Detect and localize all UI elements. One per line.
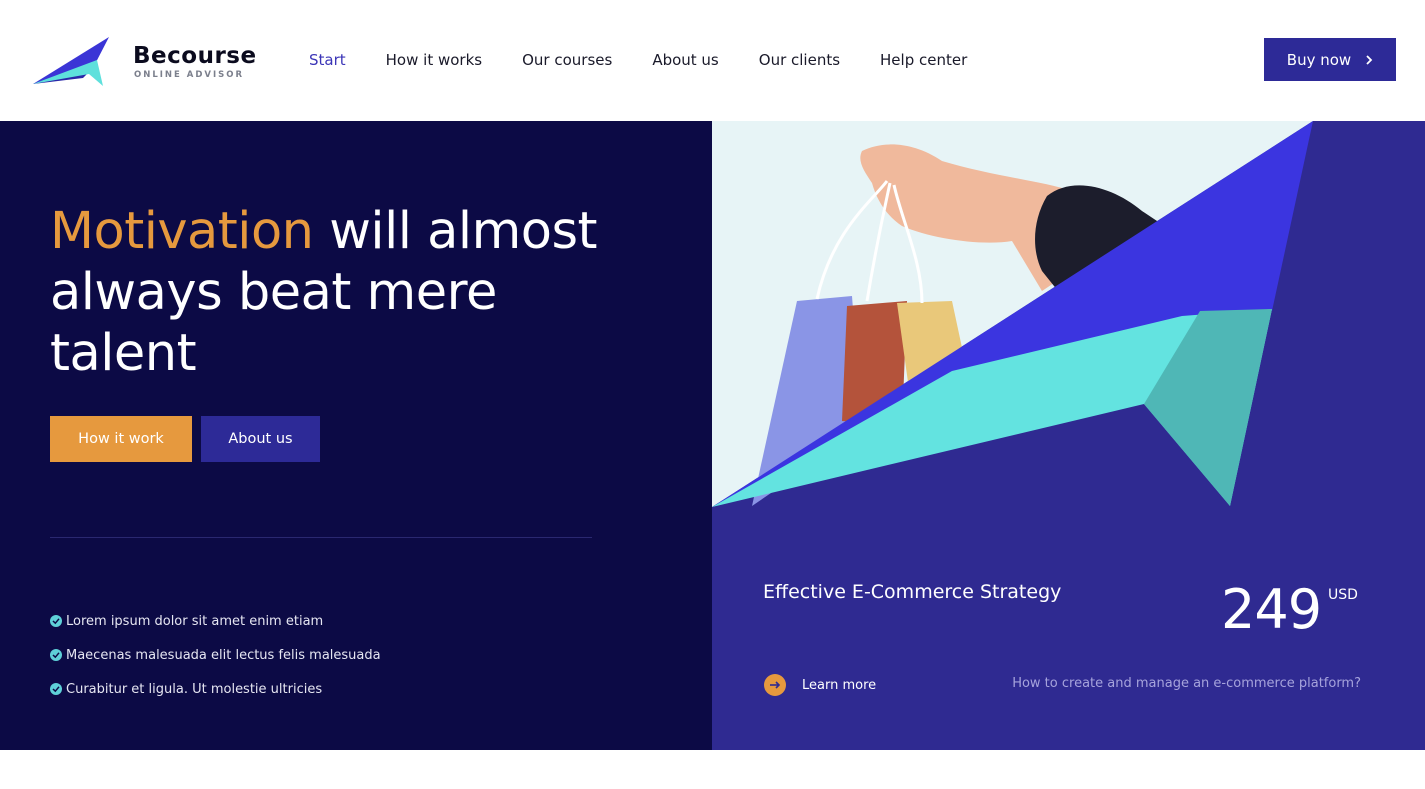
nav-item-our-clients[interactable]: Our clients [759, 50, 840, 70]
feature-item: Curabitur et ligula. Ut molestie ultrici… [50, 672, 381, 706]
nav-item-how-it-works[interactable]: How it works [386, 50, 482, 70]
hero-headline: Motivation will almost always beat mere … [50, 201, 650, 384]
course-title: Effective E-Commerce Strategy [763, 581, 1062, 603]
logo[interactable]: Becourse ONLINE ADVISOR [33, 36, 273, 88]
site-header: Becourse ONLINE ADVISOR Start How it wor… [0, 0, 1425, 121]
brand-name: Becourse [133, 43, 257, 69]
hero-section: Motivation will almost always beat mere … [0, 121, 712, 750]
how-it-work-button[interactable]: How it work [50, 416, 192, 462]
course-price: 249 [1221, 578, 1322, 641]
check-circle-icon [50, 615, 62, 627]
course-card: Effective E-Commerce Strategy 249 USD Le… [712, 121, 1425, 750]
feature-item: Maecenas malesuada elit lectus felis mal… [50, 638, 381, 672]
nav-item-help-center[interactable]: Help center [880, 50, 967, 70]
arrow-right-circle-icon [764, 674, 786, 696]
headline-accent: Motivation [50, 202, 314, 261]
price-currency: USD [1328, 587, 1358, 603]
learn-more-label: Learn more [802, 677, 877, 693]
paper-plane-logo-icon [33, 37, 109, 86]
check-circle-icon [50, 683, 62, 695]
feature-text: Lorem ipsum dolor sit amet enim etiam [66, 613, 324, 629]
feature-list: Lorem ipsum dolor sit amet enim etiam Ma… [50, 604, 381, 706]
feature-text: Maecenas malesuada elit lectus felis mal… [66, 647, 381, 663]
feature-text: Curabitur et ligula. Ut molestie ultrici… [66, 681, 323, 697]
nav-item-about-us[interactable]: About us [652, 50, 718, 70]
learn-more-link[interactable]: Learn more [764, 674, 876, 696]
about-us-button[interactable]: About us [201, 416, 320, 462]
course-subtitle: How to create and manage an e-commerce p… [1012, 676, 1361, 691]
main-nav: Start How it works Our courses About us … [309, 50, 1007, 70]
nav-item-start[interactable]: Start [309, 50, 346, 70]
hero-illustration [712, 121, 1313, 507]
nav-item-our-courses[interactable]: Our courses [522, 50, 612, 70]
chevron-right-icon [1366, 54, 1373, 65]
check-circle-icon [50, 649, 62, 661]
feature-item: Lorem ipsum dolor sit amet enim etiam [50, 604, 381, 638]
buy-now-button[interactable]: Buy now [1264, 38, 1396, 81]
divider [50, 537, 592, 538]
brand-tagline: ONLINE ADVISOR [134, 70, 245, 80]
buy-now-label: Buy now [1286, 50, 1352, 69]
